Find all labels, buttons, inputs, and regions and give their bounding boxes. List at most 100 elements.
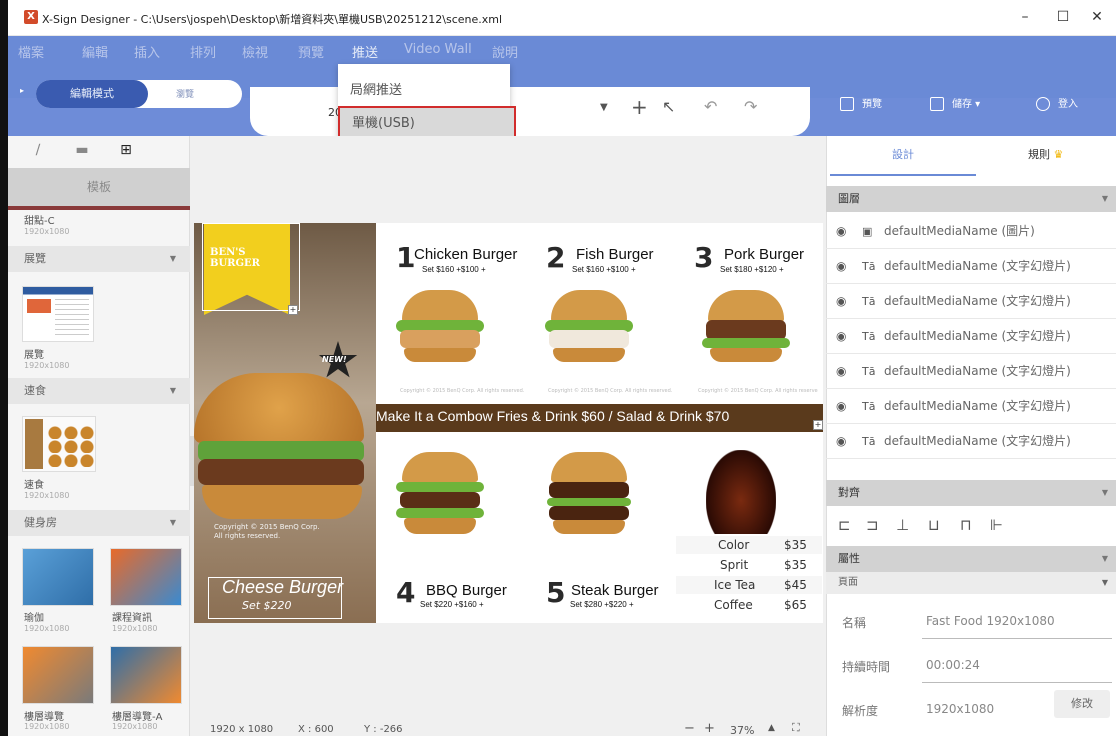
layer-name: defaultMediaName (文字幻燈片) (884, 434, 1071, 448)
new-badge-text: NEW! (322, 355, 347, 364)
soda-splash-image[interactable] (706, 450, 776, 534)
undo-icon[interactable]: ↶ (704, 97, 717, 116)
lettuce (396, 482, 484, 492)
eye-icon[interactable]: ◉ (836, 284, 846, 319)
menu-arrange[interactable]: 排列 (190, 42, 216, 61)
menu-item-lan-push[interactable]: 局網推送 (338, 76, 510, 106)
category-gym[interactable]: 健身房 ▼ (8, 510, 190, 536)
layer-row[interactable]: ◉ Tā defaultMediaName (文字幻燈片) (826, 249, 1116, 284)
window-edge (0, 0, 8, 736)
zoom-in-button[interactable]: + (704, 721, 715, 736)
login-button[interactable]: 登入 (1036, 95, 1078, 111)
combo-banner[interactable]: Make It a Combow Fries & Drink $60 / Sal… (376, 404, 823, 432)
text-icon: Tā (862, 365, 876, 378)
edit-mode-button[interactable]: 編輯模式 (36, 80, 148, 108)
eye-icon[interactable]: ◉ (836, 389, 846, 424)
collapse-arrow-icon[interactable]: ▸ (20, 86, 24, 95)
template-name: 甜點-C (24, 216, 55, 227)
maximize-button[interactable]: ☐ (1048, 6, 1078, 28)
template-header: 模板 (8, 168, 190, 206)
template-thumb-course[interactable] (110, 548, 182, 606)
menu-help[interactable]: 說明 (492, 42, 518, 61)
text-icon: Tā (862, 400, 876, 413)
layer-row[interactable]: ◉ Tā defaultMediaName (文字幻燈片) (826, 389, 1116, 424)
layers-header[interactable]: 圖層 ▼ (826, 186, 1116, 212)
align-middle-icon[interactable]: ⊩ (990, 516, 1003, 534)
resize-handle[interactable]: + (288, 305, 298, 315)
preview-button[interactable]: 預覽 (840, 95, 882, 111)
template-thumb-floor-a[interactable] (110, 646, 182, 704)
menu-push[interactable]: 推送 (352, 42, 378, 61)
template-res: 1920x1080 (112, 722, 158, 731)
patty (400, 330, 480, 348)
align-bottom-icon[interactable]: ⊔ (928, 516, 940, 534)
briefcase-tab-icon[interactable]: ▬ (72, 142, 92, 162)
bbq-burger-image[interactable] (392, 452, 488, 534)
text-icon: Tā (862, 295, 876, 308)
burger-photo[interactable]: BEN'S BURGER + NEW! Copyright © 2015 BenQ… (194, 223, 376, 623)
page-subheader[interactable]: 頁面 ▼ (826, 572, 1116, 594)
chevron-down-icon: ▼ (169, 254, 176, 263)
dropdown-caret-icon[interactable]: ▼ (600, 102, 608, 113)
tab-design[interactable]: 設計 (892, 146, 914, 162)
tab-rules[interactable]: 規則 ♛ (1028, 146, 1063, 162)
align-right-icon[interactable]: ⊐ (866, 516, 879, 534)
menu-insert[interactable]: 插入 (134, 42, 160, 61)
redo-icon[interactable]: ↷ (744, 97, 757, 116)
menu-view[interactable]: 檢視 (242, 42, 268, 61)
close-button[interactable]: ✕ (1082, 6, 1112, 28)
page-label: 頁面 (838, 577, 858, 588)
mode-toggle[interactable]: 編輯模式 瀏覽 (36, 80, 242, 108)
item-set-price: Set $220 +$160 + (420, 600, 484, 609)
category-label: 展覽 (24, 252, 46, 265)
copyright-line: Copyright © 2015 BenQ Corp. (214, 523, 320, 531)
fit-screen-icon[interactable]: ⛶ (792, 721, 800, 735)
menu-video-wall[interactable]: Video Wall (404, 42, 472, 57)
eye-icon[interactable]: ◉ (836, 354, 846, 389)
layer-row[interactable]: ◉ ▣ defaultMediaName (圖片) (826, 214, 1116, 249)
steak-burger-image[interactable] (541, 452, 637, 534)
prop-duration-value[interactable]: 00:00:24 (926, 658, 980, 672)
template-thumb-floor[interactable] (22, 646, 94, 704)
template-thumb-yoga[interactable] (22, 548, 94, 606)
browse-mode-button[interactable]: 瀏覽 (176, 87, 194, 100)
add-icon[interactable]: + (631, 95, 648, 119)
chicken-burger-image[interactable] (392, 290, 488, 372)
drink-list[interactable]: Color $35 Sprit $35 Ice Tea $45 Coffee $65 (676, 536, 822, 612)
edit-resolution-button[interactable]: 修改 (1054, 690, 1110, 718)
category-exhibition[interactable]: 展覽 ▼ (8, 246, 190, 272)
fish-burger-image[interactable] (541, 290, 637, 372)
eye-icon[interactable]: ◉ (836, 214, 846, 249)
layer-row[interactable]: ◉ Tā defaultMediaName (文字幻燈片) (826, 424, 1116, 459)
prop-name-row: 名稱 Fast Food 1920x1080 (826, 604, 1116, 640)
title-bar: X X-Sign Designer - C:\Users\jospeh\Desk… (0, 0, 1116, 36)
category-fastfood[interactable]: 速食 ▼ (8, 378, 190, 404)
align-header[interactable]: 對齊 ▼ (826, 480, 1116, 506)
menu-file[interactable]: 檔案 (18, 42, 44, 61)
save-button[interactable]: 儲存 ▾ (930, 95, 980, 111)
zoom-dropdown-icon[interactable]: ▲ (768, 723, 775, 733)
prop-name-value[interactable]: Fast Food 1920x1080 (926, 614, 1055, 628)
pen-tab-icon[interactable]: ∕ (28, 142, 48, 162)
eye-icon[interactable]: ◉ (836, 249, 846, 284)
template-thumb-fastfood[interactable] (22, 416, 96, 472)
layer-row[interactable]: ◉ Tā defaultMediaName (文字幻燈片) (826, 319, 1116, 354)
menu-preview[interactable]: 預覽 (298, 42, 324, 61)
align-center-icon[interactable]: ⊥ (896, 516, 909, 534)
item-number: 2 (546, 241, 566, 274)
eye-icon[interactable]: ◉ (836, 424, 846, 459)
menu-edit[interactable]: 編輯 (82, 42, 108, 61)
resize-handle[interactable]: + (813, 420, 823, 430)
eye-icon[interactable]: ◉ (836, 319, 846, 354)
layer-row[interactable]: ◉ Tā defaultMediaName (文字幻燈片) (826, 354, 1116, 389)
align-top-icon[interactable]: ⊓ (960, 516, 972, 534)
align-left-icon[interactable]: ⊏ (838, 516, 851, 534)
minimize-button[interactable]: – (1010, 6, 1040, 28)
zoom-out-button[interactable]: − (684, 721, 695, 736)
select-pointer-icon[interactable]: ↖ (662, 97, 675, 116)
template-thumb-exhibition[interactable] (22, 286, 94, 342)
template-tab-icon[interactable]: ⊞ (116, 142, 136, 162)
layer-row[interactable]: ◉ Tā defaultMediaName (文字幻燈片) (826, 284, 1116, 319)
pork-burger-image[interactable] (698, 290, 794, 372)
properties-header[interactable]: 屬性 ▼ (826, 546, 1116, 572)
